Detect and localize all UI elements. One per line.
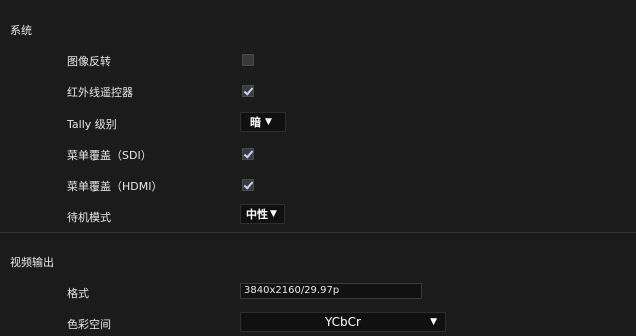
color-space-label: 色彩空间 bbox=[67, 318, 111, 331]
section-title-video-output: 视频输出 bbox=[10, 256, 54, 269]
image-flip-checkbox[interactable] bbox=[242, 54, 254, 66]
ir-remote-label: 红外线遥控器 bbox=[67, 86, 133, 99]
standby-select-value: 中性 bbox=[246, 208, 268, 221]
menu-overlay-sdi-checkbox[interactable] bbox=[242, 148, 254, 160]
format-label: 格式 bbox=[67, 287, 89, 300]
chevron-down-icon: ▼ bbox=[430, 317, 437, 327]
standby-select[interactable]: 中性 ▼ bbox=[240, 204, 285, 224]
section-divider bbox=[0, 232, 636, 233]
tally-select[interactable]: 暗 ▼ bbox=[240, 112, 286, 132]
tally-select-value: 暗 bbox=[250, 116, 261, 129]
color-space-select[interactable]: YCbCr ▼ bbox=[240, 312, 446, 332]
format-field[interactable]: 3840x2160/29.97p bbox=[240, 283, 422, 299]
menu-overlay-hdmi-checkbox[interactable] bbox=[242, 179, 254, 191]
chevron-down-icon: ▼ bbox=[270, 209, 277, 219]
menu-overlay-hdmi-label: 菜单覆盖（HDMI） bbox=[67, 180, 163, 193]
tally-label: Tally 级别 bbox=[67, 118, 117, 131]
chevron-down-icon: ▼ bbox=[265, 117, 272, 127]
standby-label: 待机模式 bbox=[67, 211, 111, 224]
section-title-system: 系统 bbox=[10, 24, 32, 37]
ir-remote-checkbox[interactable] bbox=[242, 85, 254, 97]
image-flip-label: 图像反转 bbox=[67, 55, 111, 68]
color-space-select-value: YCbCr bbox=[325, 315, 361, 329]
menu-overlay-sdi-label: 菜单覆盖（SDI） bbox=[67, 149, 152, 162]
